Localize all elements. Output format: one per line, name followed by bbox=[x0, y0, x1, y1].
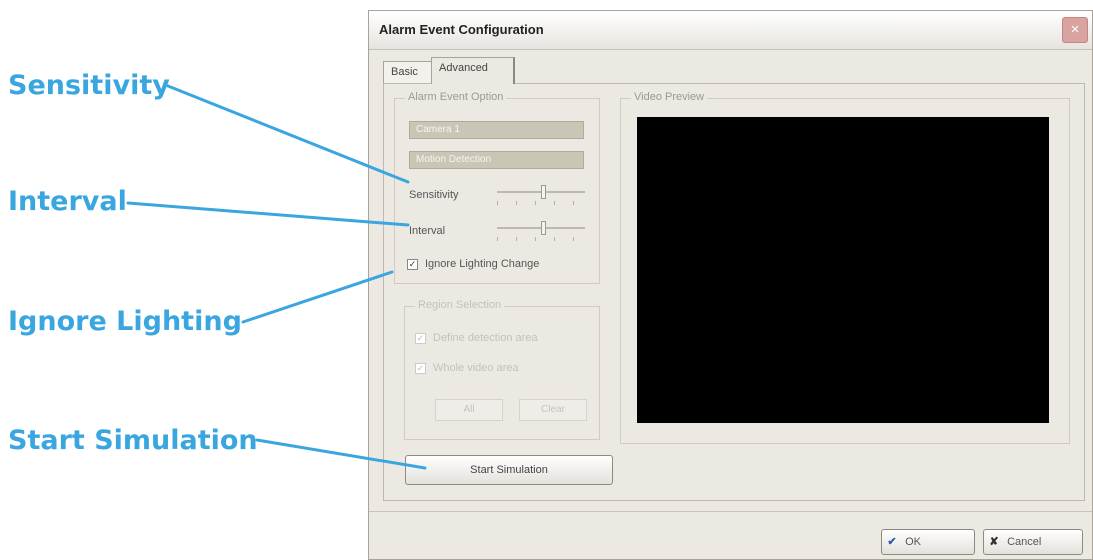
start-simulation-leader-line bbox=[255, 438, 427, 470]
sensitivity-leader-line bbox=[166, 84, 410, 184]
tab-advanced[interactable]: Advanced bbox=[431, 57, 515, 84]
ignore-lighting-leader-line bbox=[241, 270, 394, 324]
callout-leader-lines bbox=[126, 84, 427, 470]
interval-leader-line bbox=[126, 201, 410, 227]
